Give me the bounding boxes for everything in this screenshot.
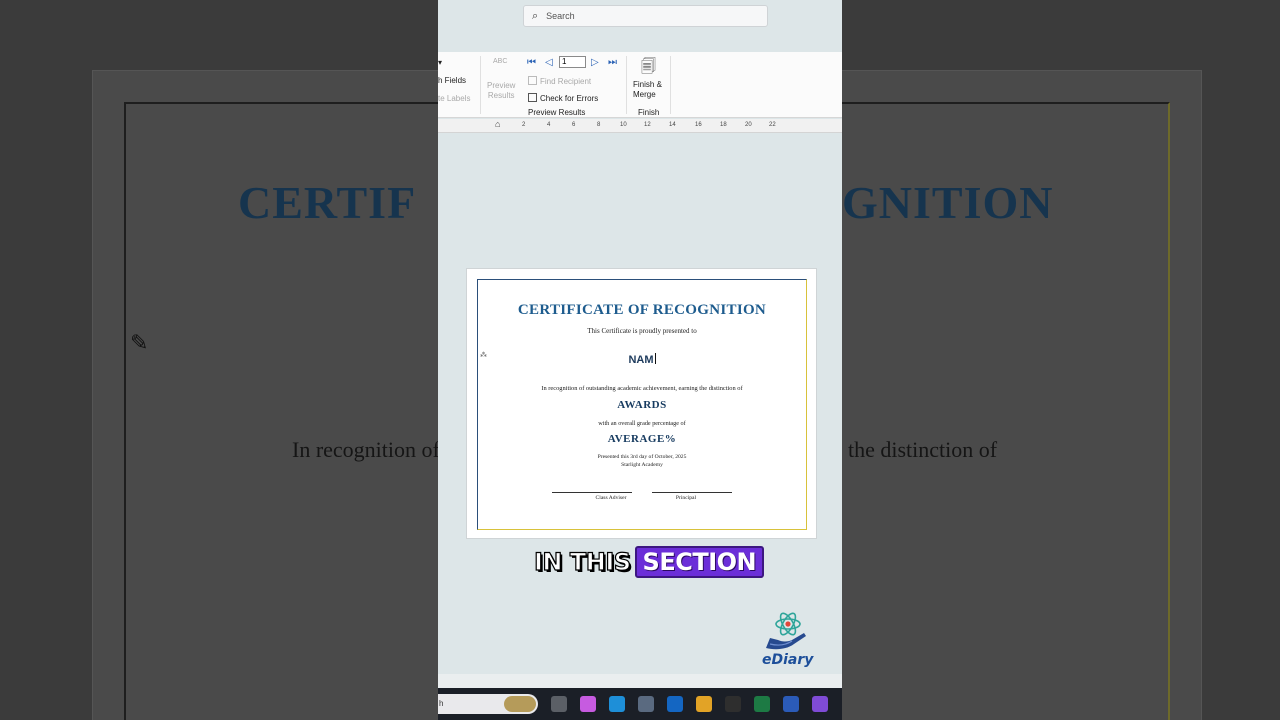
- copilot-icon[interactable]: [580, 696, 596, 712]
- indent-marker-icon[interactable]: ⌂: [495, 119, 500, 129]
- logo-text: eDiary: [762, 652, 814, 668]
- outlook-icon[interactable]: [667, 696, 683, 712]
- abc-preview-icon: ABC: [493, 58, 508, 65]
- ruler-tick: 10: [620, 122, 627, 128]
- ribbon-separator: [480, 56, 481, 114]
- check-errors-button[interactable]: Check for Errors: [528, 93, 598, 103]
- principal-label: Principal: [675, 495, 697, 501]
- document-page[interactable]: ⁂ CERTIFICATE OF RECOGNITION This Certif…: [466, 268, 817, 539]
- finish-merge-icon[interactable]: 🗐: [641, 56, 656, 81]
- text-caret: [654, 353, 656, 364]
- ruler-tick: 6: [572, 122, 576, 128]
- horizontal-ruler[interactable]: ⌂ 2 4 6 8 10 12 14 16 18 20 22: [438, 119, 842, 133]
- signature-line: [552, 492, 632, 493]
- clipchamp-icon[interactable]: [812, 696, 828, 712]
- ediary-logo: eDiary: [760, 610, 824, 672]
- previous-record-icon[interactable]: ◁: [545, 57, 553, 68]
- video-caption: IN THIS SECTION: [533, 544, 765, 580]
- grade-line-text: with an overall grade percentage of: [598, 420, 686, 427]
- ruler-tick: 2: [522, 122, 526, 128]
- preview-results-group-label: Preview Results: [528, 108, 586, 117]
- word-window-panel: ⌕ Search ▾ h Fields te Labels ABC Previe…: [438, 0, 842, 720]
- record-number-input[interactable]: 1: [559, 56, 586, 68]
- preview-results-button[interactable]: Preview Results: [487, 81, 515, 101]
- search-box[interactable]: ⌕ Search: [523, 5, 768, 27]
- ribbon-separator: [670, 56, 671, 114]
- ruler-tick: 22: [769, 122, 776, 128]
- pen-cursor-icon: ✎: [130, 330, 149, 355]
- signature-line: [652, 492, 732, 493]
- finish-group-label: Finish: [638, 108, 660, 117]
- store-icon[interactable]: [638, 696, 654, 712]
- certificate-subtitle: This Certificate is proudly presented to: [587, 327, 697, 335]
- edge-icon[interactable]: [609, 696, 625, 712]
- excel-icon[interactable]: [754, 696, 770, 712]
- hand-icon: [766, 633, 806, 650]
- taskbar-search[interactable]: h: [438, 694, 538, 714]
- ruler-tick: 12: [644, 122, 651, 128]
- ruler-tick: 4: [547, 122, 551, 128]
- check-errors-icon: [528, 93, 537, 102]
- update-labels-button[interactable]: te Labels: [438, 94, 470, 103]
- awards-field[interactable]: AWARDS: [478, 399, 806, 411]
- background-title-right: GNITION: [842, 177, 1054, 228]
- status-bar: [438, 674, 842, 688]
- background-title-left: CERTIF: [238, 177, 417, 228]
- search-icon: ⌕: [532, 9, 539, 22]
- average-field[interactable]: AVERAGE%: [478, 433, 806, 445]
- last-record-icon[interactable]: ⏭: [608, 57, 617, 68]
- find-recipient-button[interactable]: Find Recipient: [528, 76, 591, 86]
- certificate-title: CERTIFICATE OF RECOGNITION: [517, 302, 767, 318]
- match-fields-button[interactable]: h Fields: [438, 76, 466, 85]
- obs-icon[interactable]: [725, 696, 741, 712]
- background-line-left: In recognition of: [292, 437, 438, 462]
- taskbar: h: [438, 688, 842, 720]
- ruler-tick: 16: [695, 122, 702, 128]
- search-highlight-icon: [504, 696, 536, 712]
- ruler-tick: 18: [720, 122, 727, 128]
- next-record-icon[interactable]: ▷: [591, 57, 599, 68]
- ribbon-separator: [626, 56, 627, 114]
- mailings-ribbon: ▾ h Fields te Labels ABC Preview Results…: [438, 52, 842, 118]
- ruler-tick: 14: [669, 122, 676, 128]
- certificate-border: ⁂ CERTIFICATE OF RECOGNITION This Certif…: [477, 279, 807, 530]
- first-record-icon[interactable]: ⏮: [527, 57, 536, 68]
- file-explorer-icon[interactable]: [551, 696, 567, 712]
- finish-merge-button[interactable]: Finish & Merge: [633, 80, 662, 100]
- recognition-text: In recognition of outstanding academic a…: [541, 385, 743, 392]
- ruler-tick: 8: [597, 122, 601, 128]
- school-name-text: Starlight Academy: [621, 462, 663, 468]
- word-icon[interactable]: [783, 696, 799, 712]
- search-placeholder: Search: [546, 11, 575, 21]
- chrome-icon[interactable]: [696, 696, 712, 712]
- ruler-tick: 20: [745, 122, 752, 128]
- dropdown-arrow-icon[interactable]: ▾: [438, 58, 442, 67]
- background-line-right: the distinction of: [848, 437, 998, 462]
- presented-date-text: Presented this 3rd day of October, 2025: [597, 454, 687, 460]
- find-recipient-icon: [528, 76, 537, 85]
- recipient-name-field[interactable]: NAM: [478, 353, 806, 366]
- caption-word-plain: IN THIS: [533, 547, 631, 576]
- class-adviser-label: Class Adviser: [595, 495, 627, 501]
- caption-word-highlight: SECTION: [634, 546, 765, 578]
